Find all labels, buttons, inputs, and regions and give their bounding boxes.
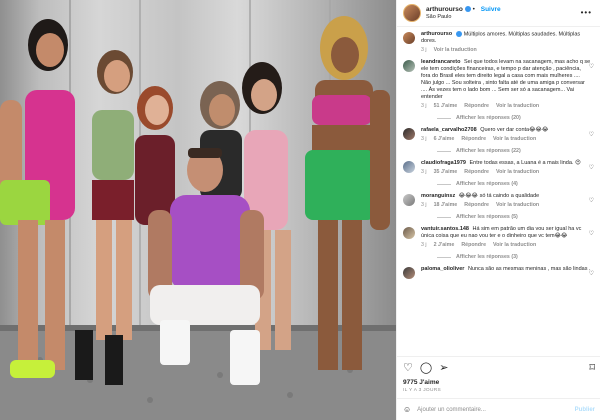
elevator-group-photo [0,0,396,420]
translate-link[interactable]: Voir la traduction [496,103,539,109]
view-replies-link[interactable]: Afficher les réponses (20) [437,115,594,121]
reply-button[interactable]: Répondre [464,169,489,175]
translate-link[interactable]: Voir la traduction [493,136,536,142]
post-header: arthurourso • Suivre São Paulo ••• [397,0,600,27]
reply-button[interactable]: Répondre [461,136,486,142]
comment-username[interactable]: paloma_olioliver [421,266,464,272]
view-replies-link[interactable]: Afficher les réponses (5) [437,214,594,220]
author-username[interactable]: arthurourso [426,6,463,13]
author-avatar[interactable] [403,4,421,22]
comment-text: Quero ver dar conta😂😂😂 [480,127,549,134]
like-comment-heart-icon[interactable]: ♡ [589,131,594,138]
translate-link[interactable]: Voir la traduction [493,242,536,248]
like-comment-heart-icon[interactable]: ♡ [589,197,594,204]
reply-button[interactable]: Répondre [464,202,489,208]
comment-item: moranguinsz 😂😂😂 só tá caindo a qualidade… [403,193,594,209]
translate-link[interactable]: Voir la traduction [496,202,539,208]
comment-item: claudiofraga1979 Entre todas essas, a Lu… [403,160,594,176]
comment-item: vantuir.santos.148 Há sim em patrão um d… [403,226,594,249]
comment-time[interactable]: 3 j [421,103,427,109]
more-options-icon[interactable]: ••• [581,8,592,17]
like-comment-heart-icon[interactable]: ♡ [589,164,594,171]
caption-avatar[interactable] [403,32,415,44]
follow-button[interactable]: Suivre [481,6,501,13]
comment-username[interactable]: vantuir.santos.148 [421,226,469,232]
comment-item: rafaela_carvalho2708 Quero ver dar conta… [403,127,594,143]
comment-avatar[interactable] [403,267,415,280]
comment-avatar[interactable] [403,161,415,174]
caption-translate-link[interactable]: Voir la traduction [434,47,477,53]
post-side-panel: arthurourso • Suivre São Paulo ••• arthu… [396,0,600,420]
comment-time[interactable]: 3 j [421,242,427,248]
view-replies-link[interactable]: Afficher les réponses (22) [437,148,594,154]
like-comment-heart-icon[interactable]: ♡ [589,63,594,70]
comment-time[interactable]: 3 j [421,136,427,142]
share-plane-icon[interactable]: ➢ [439,362,448,374]
publish-button[interactable]: Publier [575,407,595,413]
comment-avatar[interactable] [403,128,415,141]
comment-likes[interactable]: 6 J'aime [434,136,455,142]
post-photo[interactable] [0,0,396,420]
comment-avatar[interactable] [403,227,415,240]
comment-bubble-icon[interactable]: ◯ [420,362,432,374]
comments-list[interactable]: arthurourso Múltiplos amores. Múltiplas … [397,27,600,331]
translate-link[interactable]: Voir la traduction [496,169,539,175]
instagram-post: arthurourso • Suivre São Paulo ••• arthu… [0,0,600,420]
comment-input[interactable]: Ajouter un commentaire... [417,407,486,413]
location-link[interactable]: São Paulo [426,14,501,20]
comment-likes[interactable]: 35 J'aime [434,169,458,175]
caption-time[interactable]: 3 j [421,47,427,53]
comment-likes[interactable]: 2 J'aime [434,242,455,248]
post-date[interactable]: IL Y A 3 JOURS [403,388,595,393]
like-heart-icon[interactable]: ♡ [403,362,413,374]
comment-avatar[interactable] [403,60,415,73]
caption-username[interactable]: arthurourso [421,31,452,37]
post-actions: ♡ ◯ ➢ ⌑ 9775 J'aime IL Y A 3 JOURS [397,356,600,393]
comment-username[interactable]: claudiofraga1979 [421,160,466,166]
caption: arthurourso Múltiplos amores. Múltiplas … [403,31,594,54]
comment-likes[interactable]: 18 J'aime [434,202,458,208]
emoji-icon[interactable]: ☺ [403,405,411,414]
add-comment-bar: ☺ Ajouter un commentaire... Publier [397,398,600,420]
likes-count[interactable]: 9775 J'aime [403,379,595,386]
reply-button[interactable]: Répondre [461,242,486,248]
comment-time[interactable]: 3 j [421,202,427,208]
bookmark-icon[interactable]: ⌑ [589,362,595,374]
comment-likes[interactable]: 51 J'aime [434,103,458,109]
comment-text: Nunca são as mesmas meninas , mas são li… [467,266,591,273]
comment-text: 😂😂😂 só tá caindo a qualidade [458,193,540,200]
comment-username[interactable]: rafaela_carvalho2708 [421,127,477,133]
comment-item: leandrancareto Sei que todos levam na sa… [403,59,594,110]
comment-text: Entre todas essas, a Luana é a mais lind… [469,160,581,167]
comment-text: Sei que todos levam na sacanagem, mas ac… [421,59,591,101]
like-comment-heart-icon[interactable]: ♡ [589,270,594,277]
comment-item: paloma_olioliver Nunca são as mesmas men… [403,266,594,280]
like-comment-heart-icon[interactable]: ♡ [589,230,594,237]
view-replies-link[interactable]: Afficher les réponses (3) [437,254,594,260]
reply-button[interactable]: Répondre [464,103,489,109]
comment-username[interactable]: moranguinsz [421,193,455,199]
comment-avatar[interactable] [403,194,415,207]
comment-username[interactable]: leandrancareto [421,59,460,65]
comment-time[interactable]: 3 j [421,169,427,175]
view-replies-link[interactable]: Afficher les réponses (4) [437,181,594,187]
verified-icon [456,31,463,37]
